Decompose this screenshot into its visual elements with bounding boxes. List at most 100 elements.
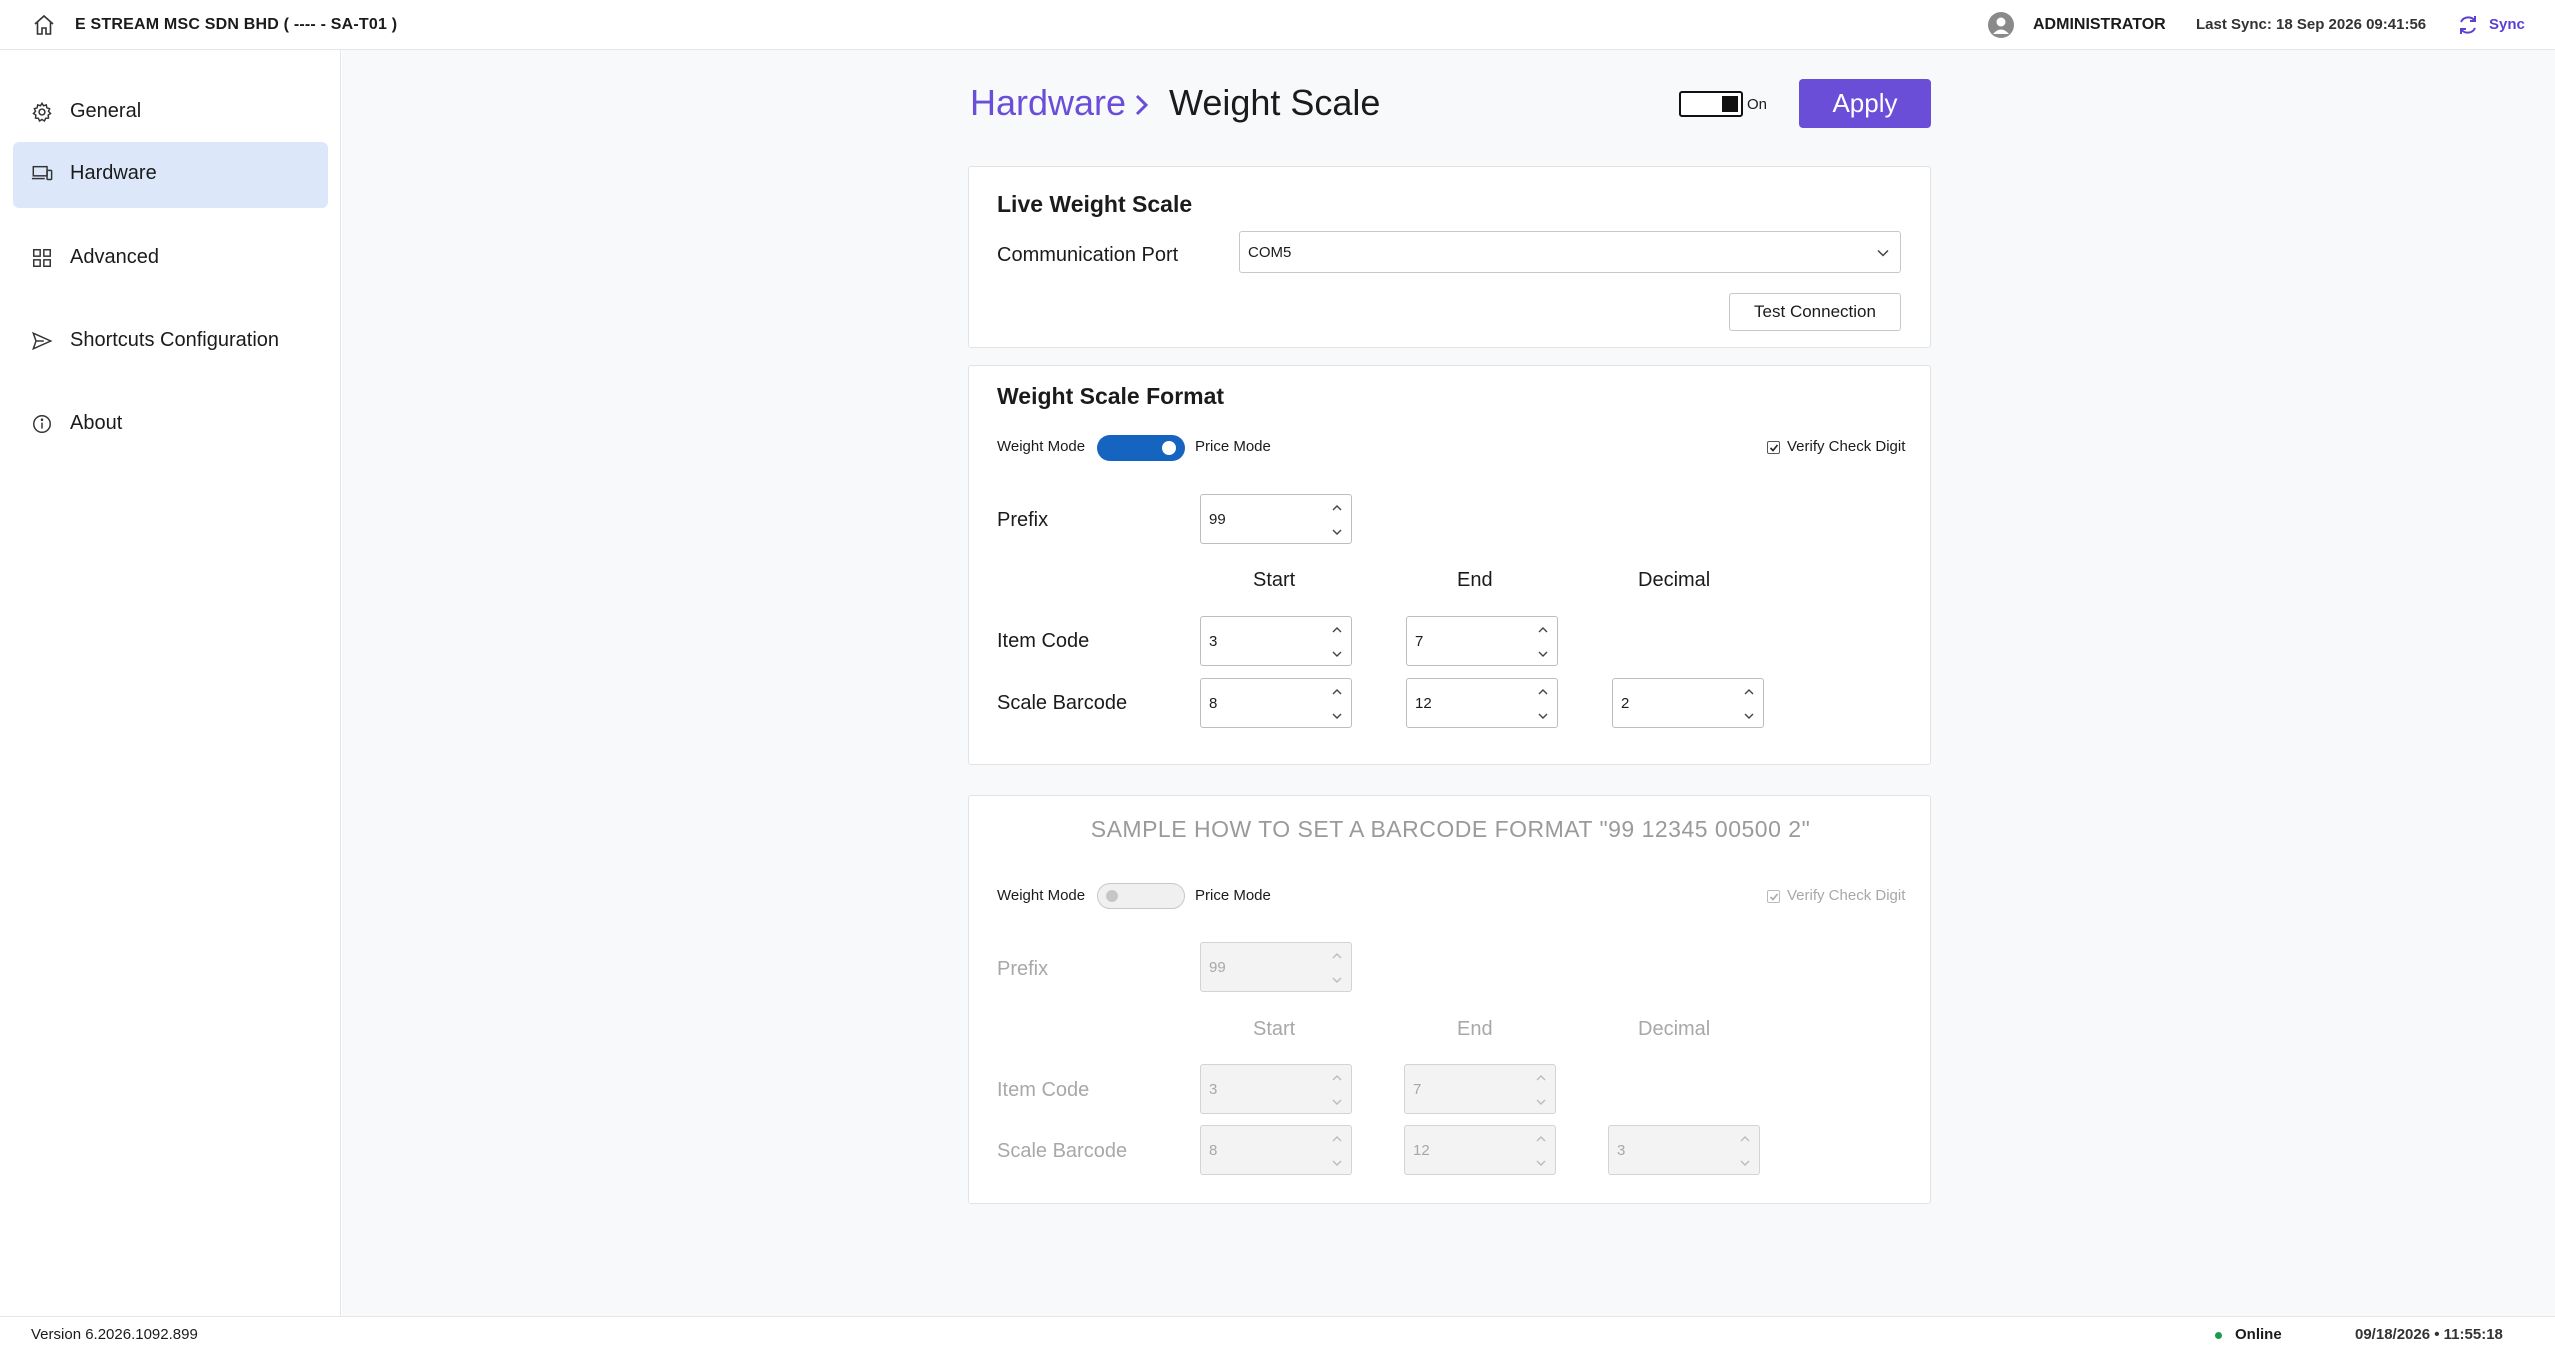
- sidebar-item-hardware[interactable]: Hardware: [13, 142, 328, 208]
- prefix-label: Prefix: [997, 958, 1049, 980]
- card-title: Weight Scale Format: [997, 383, 1225, 409]
- sync-button[interactable]: Sync: [2489, 16, 2525, 33]
- sample-item-code-end-input: 7: [1404, 1064, 1556, 1114]
- sidebar-item-label: Hardware: [70, 162, 157, 184]
- sidebar-item-label: About: [70, 412, 123, 434]
- scale-barcode-label: Scale Barcode: [997, 1140, 1128, 1162]
- input-value: 3: [1617, 1142, 1626, 1159]
- enable-toggle[interactable]: [1679, 91, 1743, 117]
- mode-switch[interactable]: [1097, 435, 1185, 461]
- card-title: Live Weight Scale: [997, 191, 1193, 217]
- weight-mode-label: Weight Mode: [997, 438, 1086, 455]
- sample-verify-checkbox: [1767, 890, 1780, 903]
- breadcrumb-parent[interactable]: Hardware: [970, 82, 1126, 124]
- stepper-arrows-icon[interactable]: [1536, 623, 1550, 661]
- sample-scale-barcode-start-input: 8: [1200, 1125, 1352, 1175]
- sidebar: General Hardware Advanced Shortcuts Conf…: [0, 50, 341, 1316]
- input-value: 7: [1413, 1081, 1422, 1098]
- stepper-arrows-icon: [1738, 1132, 1752, 1170]
- company-name: E STREAM MSC SDN BHD ( ---- - SA-T01 ): [75, 16, 398, 33]
- verify-check-digit-checkbox[interactable]: [1767, 441, 1780, 454]
- sidebar-item-general[interactable]: General: [13, 80, 328, 146]
- scale-barcode-end-input[interactable]: 12: [1406, 678, 1558, 728]
- item-code-start-input[interactable]: 3: [1200, 616, 1352, 666]
- sync-icon[interactable]: [2456, 13, 2480, 37]
- status-bar: Version 6.2026.1092.899 Online 09/18/202…: [0, 1316, 2555, 1352]
- end-column-header: End: [1457, 1018, 1493, 1040]
- stepper-arrows-icon: [1534, 1132, 1548, 1170]
- sample-scale-barcode-decimal-input: 3: [1608, 1125, 1760, 1175]
- send-icon: [31, 330, 55, 354]
- sidebar-item-advanced[interactable]: Advanced: [13, 226, 328, 292]
- stepper-arrows-icon: [1330, 1071, 1344, 1109]
- chevron-down-icon: [1876, 246, 1890, 260]
- start-column-header: Start: [1253, 1018, 1296, 1040]
- home-icon[interactable]: [32, 13, 56, 37]
- sample-format-card: SAMPLE HOW TO SET A BARCODE FORMAT "99 1…: [968, 795, 1931, 1204]
- stepper-arrows-icon[interactable]: [1330, 685, 1344, 723]
- sample-title: SAMPLE HOW TO SET A BARCODE FORMAT "99 1…: [1090, 816, 1811, 842]
- decimal-column-header: Decimal: [1638, 1018, 1711, 1040]
- input-value: 99: [1209, 959, 1226, 976]
- sidebar-item-label: General: [70, 100, 142, 122]
- gear-icon: [31, 101, 55, 125]
- item-code-end-input[interactable]: 7: [1406, 616, 1558, 666]
- chevron-right-icon: [1130, 90, 1154, 120]
- input-value: 2: [1621, 695, 1630, 712]
- status-datetime: 09/18/2026 • 11:55:18: [2355, 1326, 2503, 1343]
- avatar[interactable]: [1988, 12, 2014, 38]
- test-connection-button[interactable]: Test Connection: [1729, 293, 1901, 331]
- top-bar: E STREAM MSC SDN BHD ( ---- - SA-T01 ) A…: [0, 0, 2555, 50]
- sample-mode-switch: [1097, 883, 1185, 909]
- decimal-column-header: Decimal: [1638, 569, 1711, 591]
- input-value: 99: [1209, 511, 1226, 528]
- prefix-input[interactable]: 99: [1200, 494, 1352, 544]
- sample-item-code-start-input: 3: [1200, 1064, 1352, 1114]
- stepper-arrows-icon: [1330, 1132, 1344, 1170]
- stepper-arrows-icon[interactable]: [1536, 685, 1550, 723]
- communication-port-label: Communication Port: [997, 244, 1179, 266]
- input-value: 8: [1209, 1142, 1218, 1159]
- stepper-arrows-icon[interactable]: [1330, 623, 1344, 661]
- sample-prefix-input: 99: [1200, 942, 1352, 992]
- end-column-header: End: [1457, 569, 1493, 591]
- online-status-dot-icon: [2215, 1332, 2222, 1339]
- scale-barcode-decimal-input[interactable]: 2: [1612, 678, 1764, 728]
- grid-icon: [31, 247, 55, 271]
- toggle-label: On: [1747, 96, 1768, 113]
- verify-check-digit-label: Verify Check Digit: [1787, 887, 1906, 904]
- sidebar-item-about[interactable]: About: [13, 392, 328, 458]
- prefix-label: Prefix: [997, 509, 1049, 531]
- apply-button[interactable]: Apply: [1799, 79, 1931, 128]
- online-status: Online: [2235, 1326, 2282, 1343]
- item-code-label: Item Code: [997, 1079, 1090, 1101]
- sidebar-item-shortcuts-configuration[interactable]: Shortcuts Configuration: [13, 309, 328, 375]
- version-text: Version 6.2026.1092.899: [31, 1326, 198, 1343]
- communication-port-select[interactable]: COM5: [1239, 231, 1901, 273]
- price-mode-label: Price Mode: [1195, 887, 1271, 904]
- sidebar-item-label: Advanced: [70, 246, 159, 268]
- item-code-label: Item Code: [997, 630, 1090, 652]
- stepper-arrows-icon[interactable]: [1330, 501, 1344, 539]
- stepper-arrows-icon: [1534, 1071, 1548, 1109]
- scale-barcode-start-input[interactable]: 8: [1200, 678, 1352, 728]
- weight-mode-label: Weight Mode: [997, 887, 1086, 904]
- user-name[interactable]: ADMINISTRATOR: [2033, 16, 2166, 34]
- input-value: 7: [1415, 633, 1424, 650]
- selected-value: COM5: [1248, 244, 1292, 261]
- price-mode-label: Price Mode: [1195, 438, 1271, 455]
- verify-check-digit-label: Verify Check Digit: [1787, 438, 1906, 455]
- input-value: 3: [1209, 1081, 1218, 1098]
- input-value: 8: [1209, 695, 1218, 712]
- live-weight-scale-card: Live Weight Scale Communication Port COM…: [968, 166, 1931, 348]
- input-value: 12: [1413, 1142, 1430, 1159]
- stepper-arrows-icon[interactable]: [1742, 685, 1756, 723]
- stepper-arrows-icon: [1330, 949, 1344, 987]
- scale-barcode-label: Scale Barcode: [997, 692, 1128, 714]
- input-value: 3: [1209, 633, 1218, 650]
- weight-scale-format-card: Weight Scale Format Weight Mode Price Mo…: [968, 365, 1931, 765]
- start-column-header: Start: [1253, 569, 1296, 591]
- last-sync-text: Last Sync: 18 Sep 2026 09:41:56: [2196, 16, 2427, 33]
- sidebar-item-label: Shortcuts Configuration: [70, 329, 280, 351]
- info-icon: [31, 413, 55, 437]
